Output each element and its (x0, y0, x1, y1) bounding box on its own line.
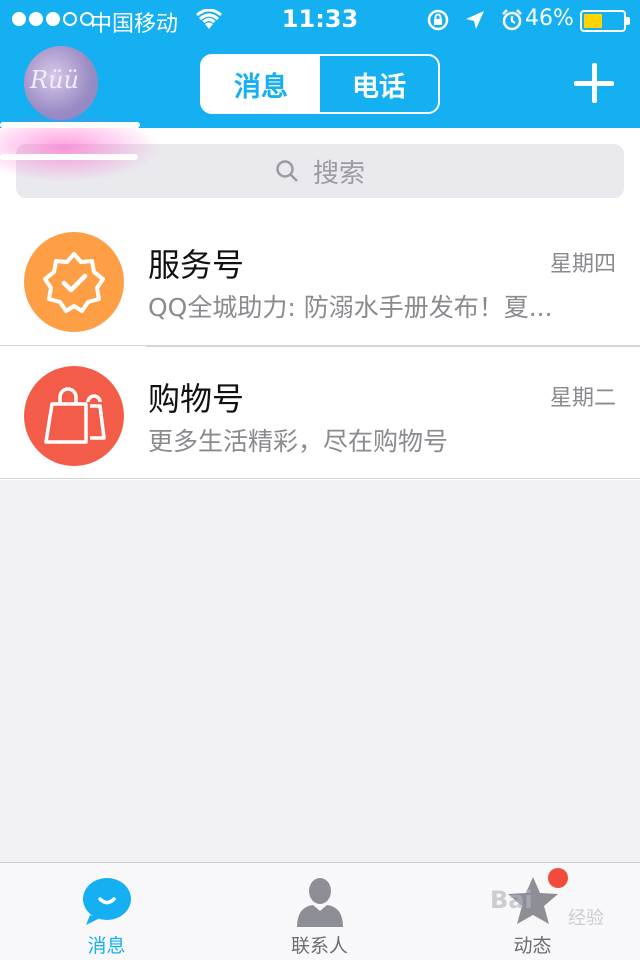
watermark-logo: Bai (490, 886, 533, 914)
search-icon (276, 160, 298, 182)
tab-label: 消息 (87, 935, 126, 957)
contact-person-icon (296, 878, 343, 927)
watermark-text: 经验 (568, 908, 604, 929)
tab-label: 动态 (513, 935, 552, 957)
conversation-preview: QQ全城助力: 防溺水手册发布！夏... (148, 293, 553, 322)
conversation-name: 购物号 (148, 380, 245, 418)
rotation-lock-icon (427, 9, 449, 31)
tab-contacts[interactable]: 联系人 (213, 863, 426, 960)
plus-icon[interactable] (574, 63, 614, 103)
battery-icon (580, 10, 630, 32)
conversation-preview: 更多生活精彩，尽在购物号 (148, 427, 449, 456)
tab-messages-bottom[interactable]: 消息 (0, 863, 213, 960)
top-bar: 中国移动 11:33 46% Rüü 消息 电话 (0, 0, 640, 128)
notification-badge (548, 868, 568, 888)
message-call-segmented-control: 消息 电话 (200, 54, 440, 114)
conversation-name: 服务号 (148, 246, 245, 284)
conversation-date: 星期二 (549, 386, 616, 411)
redaction-line (0, 122, 140, 128)
list-item[interactable]: 服务号 星期四 QQ全城助力: 防溺水手册发布！夏... (0, 212, 640, 346)
bottom-tab-bar: 消息 联系人 动态 (0, 862, 640, 960)
list-bottom-border (0, 478, 640, 479)
alarm-clock-icon (502, 9, 522, 31)
user-avatar[interactable]: Rüü (24, 46, 98, 120)
message-bubble-icon (82, 878, 131, 925)
battery-percent: 46% (525, 6, 574, 31)
location-arrow-icon (466, 11, 484, 29)
search-placeholder: 搜索 (312, 158, 365, 189)
tab-messages[interactable]: 消息 (202, 56, 320, 112)
shopping-bag-icon (24, 366, 124, 466)
tab-calls[interactable]: 电话 (320, 56, 438, 112)
list-item[interactable]: 购物号 星期二 更多生活精彩，尽在购物号 (0, 346, 640, 480)
redaction-line (0, 154, 138, 160)
list-divider (146, 346, 640, 347)
tab-label: 联系人 (290, 935, 348, 957)
verified-badge-icon (24, 232, 124, 332)
status-bar: 中国移动 11:33 46% (0, 0, 640, 40)
conversation-date: 星期四 (549, 252, 616, 277)
